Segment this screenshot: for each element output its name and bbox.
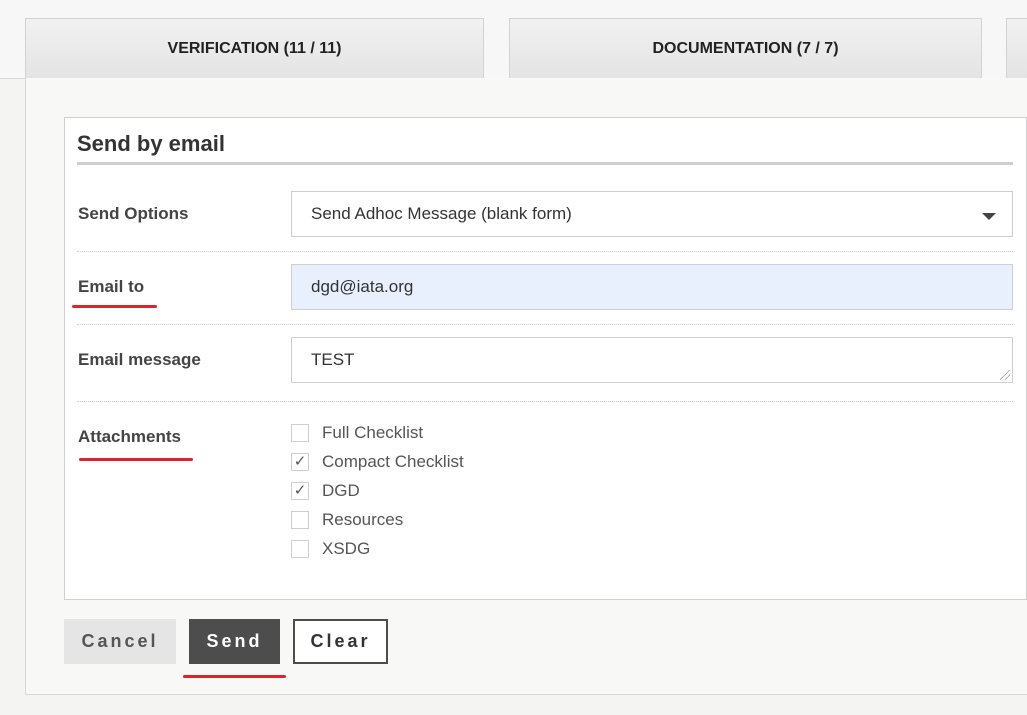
- email-to-value: dgd@iata.org: [311, 277, 414, 296]
- send-options-label: Send Options: [78, 204, 189, 223]
- attachment-resources[interactable]: Resources: [291, 509, 403, 531]
- checkbox-checked-icon[interactable]: ✓: [291, 482, 309, 500]
- attachments-highlight-underline: [79, 458, 193, 461]
- email-message-label: Email message: [78, 350, 201, 369]
- chevron-down-icon: [982, 213, 996, 220]
- attachments-label: Attachments: [78, 427, 181, 446]
- attachment-dgd[interactable]: ✓ DGD: [291, 480, 360, 502]
- checkbox-icon[interactable]: [291, 424, 309, 442]
- checkbox-icon[interactable]: [291, 540, 309, 558]
- cancel-button-label: Cancel: [81, 631, 159, 651]
- send-options-value: Send Adhoc Message (blank form): [311, 204, 572, 223]
- send-by-email-panel: Send by email Send Options Send Adhoc Me…: [64, 117, 1027, 600]
- clear-button-label: Clear: [310, 631, 371, 651]
- send-button-label: Send: [206, 631, 263, 651]
- attachment-label: Compact Checklist: [322, 452, 464, 471]
- send-button[interactable]: Send: [189, 619, 280, 664]
- attachment-xsdg[interactable]: XSDG: [291, 538, 370, 560]
- send-highlight-underline: [183, 675, 286, 678]
- tab-documentation[interactable]: DOCUMENTATION (7 / 7): [509, 18, 982, 78]
- checkbox-icon[interactable]: [291, 511, 309, 529]
- email-to-highlight-underline: [72, 305, 157, 308]
- row-divider: [77, 251, 1013, 252]
- panel-title: Send by email: [77, 131, 225, 156]
- attachment-label: Full Checklist: [322, 423, 424, 442]
- attachment-label: Resources: [322, 510, 404, 529]
- row-divider: [77, 401, 1013, 402]
- attachment-compact-checklist[interactable]: ✓ Compact Checklist: [291, 451, 464, 473]
- resize-handle-icon[interactable]: [1000, 370, 1010, 380]
- tab-verification-label: VERIFICATION (11 / 11): [167, 39, 342, 57]
- email-message-textarea[interactable]: TEST: [291, 337, 1013, 383]
- cancel-button[interactable]: Cancel: [64, 619, 176, 664]
- clear-button[interactable]: Clear: [293, 619, 388, 664]
- title-divider: [77, 162, 1013, 165]
- email-to-input[interactable]: dgd@iata.org: [291, 264, 1013, 310]
- row-divider: [77, 324, 1013, 325]
- tab-next-partial[interactable]: [1006, 18, 1027, 78]
- attachment-full-checklist[interactable]: Full Checklist: [291, 422, 423, 444]
- tab-documentation-label: DOCUMENTATION (7 / 7): [652, 39, 839, 57]
- attachment-label: XSDG: [322, 539, 371, 558]
- attachment-label: DGD: [322, 481, 360, 500]
- email-to-label: Email to: [78, 277, 145, 296]
- send-options-select[interactable]: Send Adhoc Message (blank form): [291, 191, 1013, 237]
- tab-verification[interactable]: VERIFICATION (11 / 11): [25, 18, 484, 78]
- checkbox-checked-icon[interactable]: ✓: [291, 453, 309, 471]
- email-message-value: TEST: [311, 350, 355, 369]
